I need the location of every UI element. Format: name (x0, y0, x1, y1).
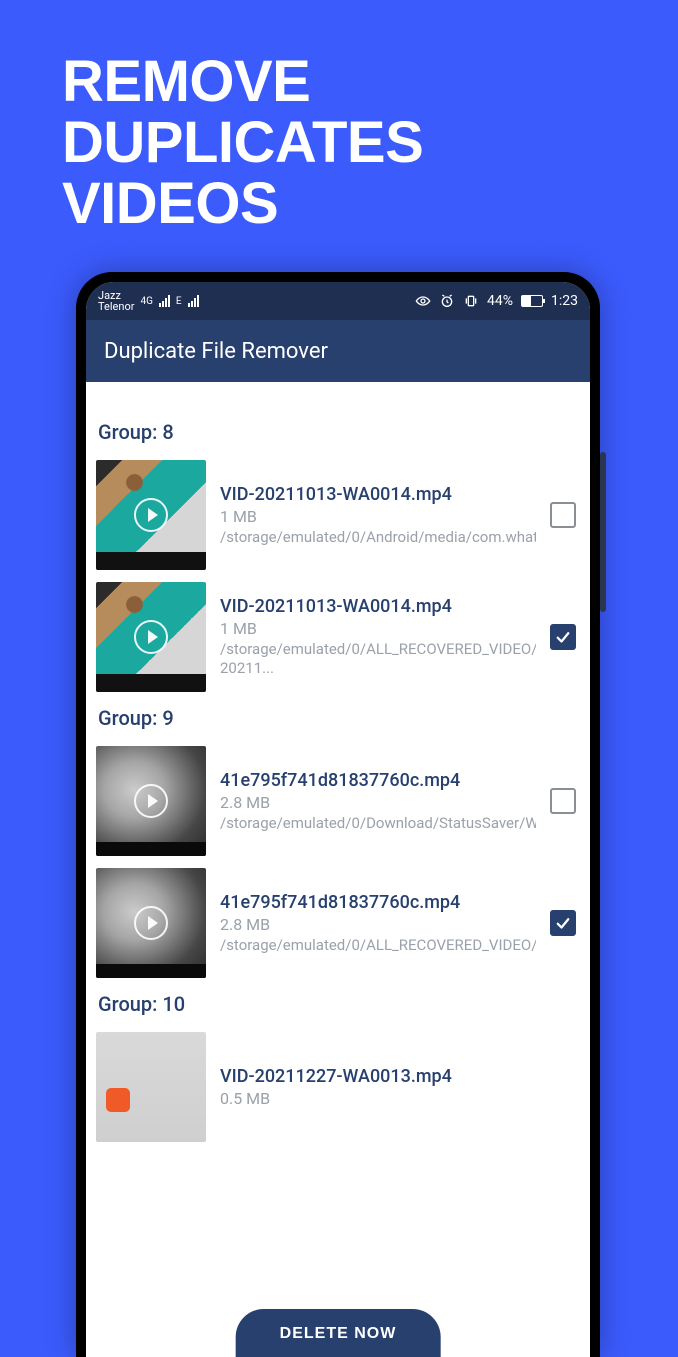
eye-icon (415, 293, 431, 309)
content-area[interactable]: Group: 8 VID-20211013-WA0014.mp4 1 MB/stor… (86, 382, 590, 1357)
file-info: VID-20211013-WA0014.mp4 1 MB/storage/emul… (220, 484, 536, 547)
file-path: /storage/emulated/0/Download/StatusSaver… (220, 814, 536, 833)
signal-icon (159, 295, 170, 307)
play-icon (134, 906, 168, 940)
signal-icon-2 (188, 295, 199, 307)
headline-line1: REMOVE DUPLICATES (62, 52, 678, 174)
file-name: 41e795f741d81837760c.mp4 (220, 770, 536, 791)
app-bar: Duplicate File Remover (86, 320, 590, 382)
group-label: Group: 8 (98, 420, 580, 444)
video-thumbnail[interactable] (96, 460, 206, 570)
play-icon (134, 498, 168, 532)
file-info: 41e795f741d81837760c.mp4 2.8 MB/storage/e… (220, 892, 536, 955)
battery-percent: 44% (487, 293, 513, 309)
carrier-labels: Jazz Telenor (98, 290, 134, 312)
file-size: 2.8 MB (220, 793, 536, 812)
net-type-1: 4G (140, 296, 152, 307)
file-info: VID-20211227-WA0013.mp4 0.5 MB (220, 1066, 580, 1108)
file-path: /storage/emulated/0/ALL_RECOVERED_VIDEO/… (220, 640, 536, 678)
battery-icon (521, 295, 543, 307)
file-info: 41e795f741d81837760c.mp4 2.8 MB/storage/e… (220, 770, 536, 833)
file-size: 2.8 MB (220, 915, 536, 934)
select-checkbox[interactable] (550, 788, 576, 814)
headline-line2: VIDEOS (62, 174, 678, 235)
file-size: 0.5 MB (220, 1089, 580, 1108)
file-row[interactable]: VID-20211227-WA0013.mp4 0.5 MB (96, 1026, 580, 1148)
carrier-2: Telenor (98, 301, 134, 312)
file-path: /storage/emulated/0/ALL_RECOVERED_VIDEO/… (220, 936, 536, 955)
video-thumbnail[interactable] (96, 582, 206, 692)
file-row[interactable]: VID-20211013-WA0014.mp4 1 MB/storage/emul… (96, 454, 580, 576)
status-time: 1:23 (551, 293, 578, 309)
video-thumbnail[interactable] (96, 746, 206, 856)
net-type-2: E (176, 296, 182, 307)
play-icon (134, 620, 168, 654)
volume-rocker (600, 452, 606, 612)
app-title: Duplicate File Remover (104, 339, 328, 364)
phone-screen: Jazz Telenor 4G E 44% 1:23 Duplicate (86, 282, 590, 1357)
delete-now-button[interactable]: DELETE NOW (236, 1309, 441, 1357)
select-checkbox[interactable] (550, 910, 576, 936)
phone-frame: Jazz Telenor 4G E 44% 1:23 Duplicate (76, 272, 600, 1357)
group-label: Group: 9 (98, 706, 580, 730)
video-thumbnail[interactable] (96, 868, 206, 978)
video-thumbnail[interactable] (96, 1032, 206, 1142)
play-icon (134, 784, 168, 818)
file-name: VID-20211013-WA0014.mp4 (220, 484, 536, 505)
file-size: 1 MB (220, 507, 536, 526)
promo-headline: REMOVE DUPLICATES VIDEOS (0, 0, 678, 235)
file-row[interactable]: VID-20211013-WA0014.mp4 1 MB/storage/emul… (96, 576, 580, 698)
file-path: /storage/emulated/0/Android/media/com.wh… (220, 528, 536, 547)
file-name: VID-20211227-WA0013.mp4 (220, 1066, 580, 1087)
file-info: VID-20211013-WA0014.mp4 1 MB/storage/emul… (220, 596, 536, 678)
vibrate-icon (463, 293, 479, 309)
select-checkbox[interactable] (550, 502, 576, 528)
file-row[interactable]: 41e795f741d81837760c.mp4 2.8 MB/storage/e… (96, 862, 580, 984)
file-row[interactable]: 41e795f741d81837760c.mp4 2.8 MB/storage/e… (96, 740, 580, 862)
file-size: 1 MB (220, 619, 536, 638)
status-bar: Jazz Telenor 4G E 44% 1:23 (86, 282, 590, 320)
group-label: Group: 10 (98, 992, 580, 1016)
select-checkbox[interactable] (550, 624, 576, 650)
file-name: VID-20211013-WA0014.mp4 (220, 596, 536, 617)
alarm-icon (439, 293, 455, 309)
file-name: 41e795f741d81837760c.mp4 (220, 892, 536, 913)
